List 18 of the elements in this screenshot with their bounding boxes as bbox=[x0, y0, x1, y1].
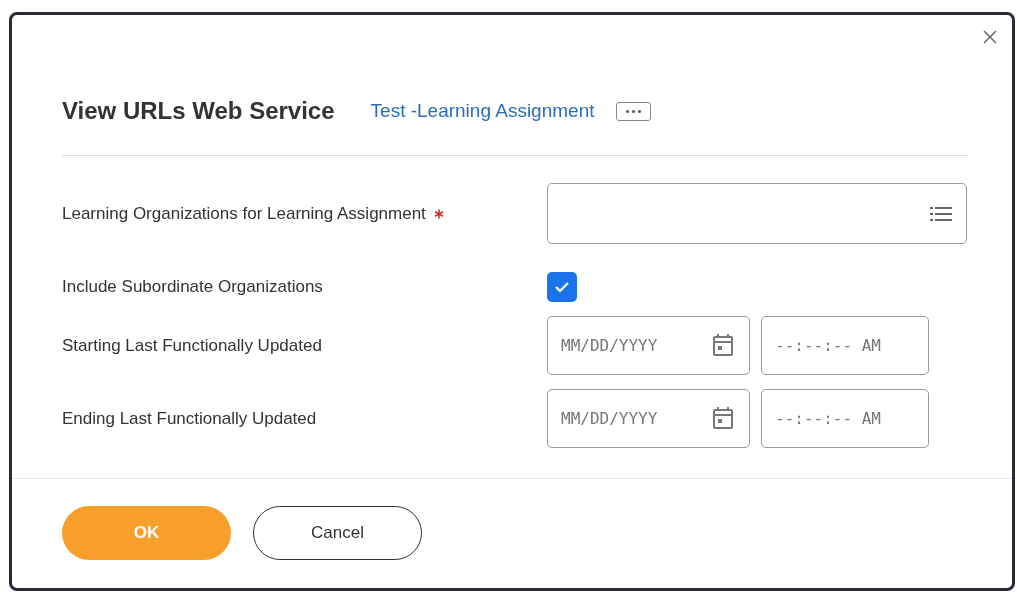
check-icon bbox=[554, 281, 570, 293]
calendar-icon bbox=[712, 406, 734, 430]
cancel-button[interactable]: Cancel bbox=[253, 506, 422, 560]
list-icon bbox=[930, 205, 952, 222]
field-label: Ending Last Functionally Updated bbox=[62, 407, 317, 430]
time-field[interactable]: --:--:-- AM bbox=[761, 316, 929, 375]
field-label: Include Subordinate Organizations bbox=[62, 276, 323, 299]
time-field[interactable]: --:--:-- AM bbox=[761, 389, 929, 448]
checkbox[interactable] bbox=[547, 272, 577, 302]
field-label: Starting Last Functionally Updated bbox=[62, 334, 322, 357]
prompt-field[interactable] bbox=[547, 183, 967, 244]
dialog-title: View URLs Web Service bbox=[62, 96, 335, 126]
more-actions-button[interactable] bbox=[616, 101, 652, 121]
date-field[interactable]: MM/DD/YYYY bbox=[547, 389, 750, 448]
field-label: Learning Organizations for Learning Assignment bbox=[62, 202, 426, 225]
calendar-icon bbox=[712, 333, 734, 357]
related-link[interactable]: Test -Learning Assignment bbox=[370, 96, 595, 126]
date-field[interactable]: MM/DD/YYYY bbox=[547, 316, 750, 375]
